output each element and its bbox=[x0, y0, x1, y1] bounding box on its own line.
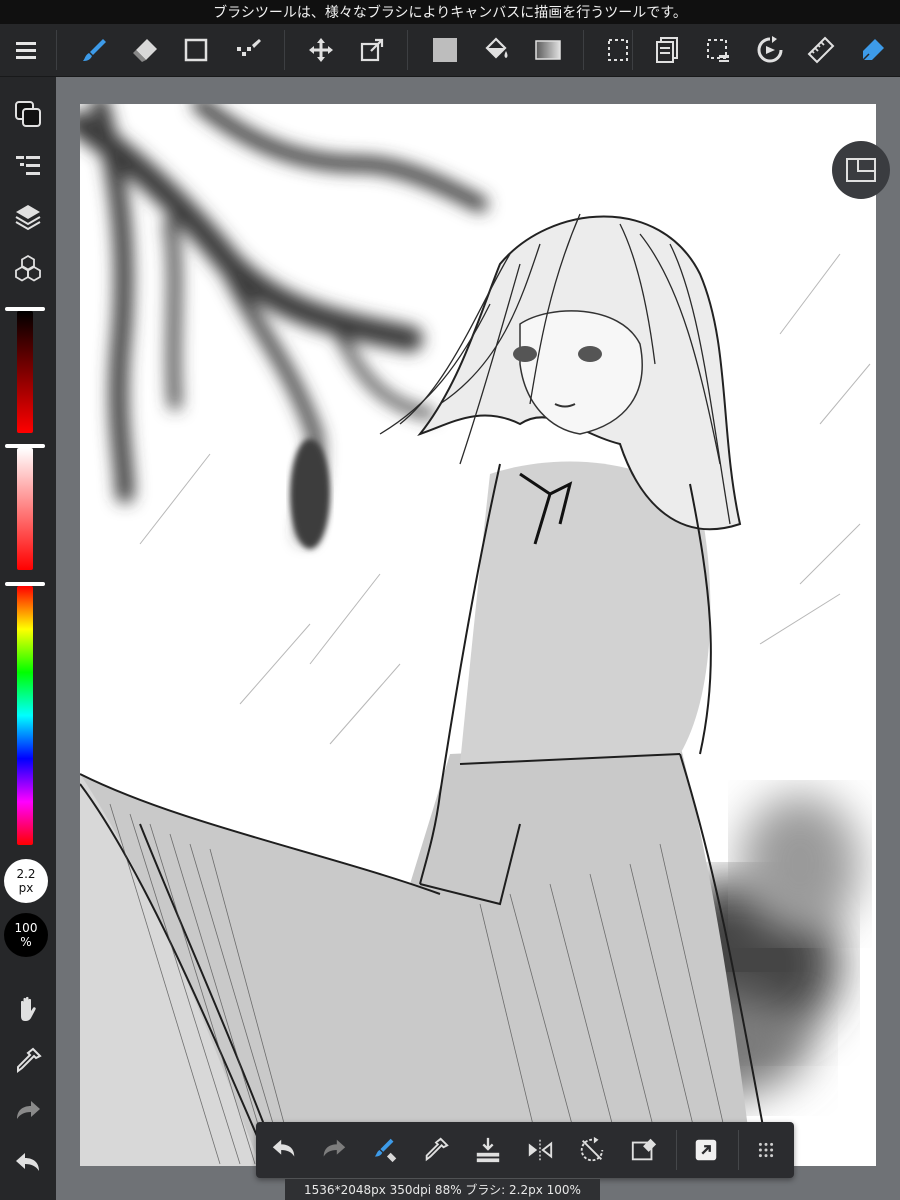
hue-slider[interactable] bbox=[17, 586, 33, 845]
status-text: 1536*2048px 350dpi 88% ブラシ: 2.2px 100% bbox=[304, 1183, 581, 1197]
gradation-icon bbox=[535, 40, 561, 60]
status-bar: 1536*2048px 350dpi 88% ブラシ: 2.2px 100% bbox=[285, 1179, 600, 1200]
move-icon bbox=[309, 38, 333, 62]
layers-icon bbox=[15, 205, 41, 231]
brush-tool-button[interactable] bbox=[74, 30, 114, 70]
undo-button[interactable] bbox=[8, 1144, 48, 1184]
more-icon bbox=[758, 1142, 774, 1158]
select-layer-button[interactable] bbox=[698, 30, 738, 70]
bucket-icon bbox=[485, 37, 508, 59]
brush-size-badge[interactable]: 2.2 px bbox=[4, 859, 48, 903]
redo-icon bbox=[323, 1139, 346, 1157]
fill-color-icon bbox=[433, 38, 457, 62]
shape-icon bbox=[184, 38, 208, 62]
more-button[interactable] bbox=[746, 1130, 786, 1170]
clear-layer-button[interactable] bbox=[624, 1130, 664, 1170]
materials-button[interactable] bbox=[8, 249, 48, 289]
eraser-icon bbox=[133, 39, 157, 62]
clear-layer-icon bbox=[631, 1138, 657, 1161]
redo-icon bbox=[17, 1101, 40, 1119]
layer-transfer-button[interactable] bbox=[468, 1130, 508, 1170]
menu-icon bbox=[16, 42, 36, 59]
undo-icon bbox=[272, 1139, 295, 1157]
hue-slider-handle[interactable] bbox=[5, 582, 45, 586]
brush-icon bbox=[83, 39, 106, 61]
copy-layer-button[interactable] bbox=[647, 30, 687, 70]
top-toolbar bbox=[0, 24, 900, 77]
rotate-reset-icon bbox=[580, 1136, 604, 1162]
select-icon bbox=[608, 39, 628, 61]
brush-list-icon bbox=[16, 156, 40, 175]
move-tool-button[interactable] bbox=[301, 30, 341, 70]
fit-canvas-button[interactable] bbox=[832, 141, 890, 199]
eyedropper-icon bbox=[17, 1047, 42, 1073]
transform-icon bbox=[360, 38, 384, 62]
bottom-redo-button[interactable] bbox=[314, 1130, 354, 1170]
brush-list-button[interactable] bbox=[8, 146, 48, 186]
transform-tool-button[interactable] bbox=[352, 30, 392, 70]
brush-eraser-toggle-icon bbox=[374, 1138, 397, 1163]
pen-tool-button[interactable] bbox=[853, 30, 893, 70]
layer-transfer-icon bbox=[476, 1137, 500, 1163]
layers-button[interactable] bbox=[8, 197, 48, 237]
color-swap-button[interactable] bbox=[8, 94, 48, 134]
select-layer-icon bbox=[707, 39, 729, 62]
saturation-slider-handle[interactable] bbox=[5, 444, 45, 448]
flip-button[interactable] bbox=[520, 1130, 560, 1170]
ruler-icon bbox=[807, 36, 835, 64]
brightness-slider[interactable] bbox=[17, 311, 33, 433]
export-button[interactable] bbox=[686, 1130, 726, 1170]
redo-button[interactable] bbox=[8, 1092, 48, 1132]
hand-icon bbox=[21, 996, 36, 1021]
dot-tool-button[interactable] bbox=[228, 30, 268, 70]
bottom-toolbar bbox=[256, 1122, 794, 1178]
pen-icon bbox=[862, 39, 884, 61]
flip-icon bbox=[528, 1139, 553, 1161]
materials-icon bbox=[15, 254, 41, 282]
artwork-image bbox=[80, 104, 876, 1166]
left-sidebar: 2.2 px 100 % bbox=[0, 77, 56, 1200]
rotate-canvas-button[interactable] bbox=[750, 30, 790, 70]
fit-screen-icon bbox=[846, 158, 876, 182]
dot-icon bbox=[237, 39, 261, 56]
undo-icon bbox=[16, 1153, 39, 1171]
copy-layer-icon bbox=[656, 37, 678, 63]
opacity-badge[interactable]: 100 % bbox=[4, 913, 48, 957]
brush-size-value: 2.2 bbox=[16, 867, 36, 881]
opacity-value: 100 bbox=[14, 921, 38, 935]
bottom-undo-button[interactable] bbox=[264, 1130, 304, 1170]
menu-button[interactable] bbox=[6, 30, 46, 70]
rotate-canvas-icon bbox=[757, 36, 783, 63]
opacity-unit: % bbox=[20, 935, 32, 949]
brush-eraser-toggle-button[interactable] bbox=[366, 1130, 406, 1170]
hint-text: ブラシツールは、様々なブラシによりキャンバスに描画を行うツールです。 bbox=[213, 5, 687, 21]
eyedropper-button[interactable] bbox=[8, 1041, 48, 1081]
ruler-tool-button[interactable] bbox=[801, 30, 841, 70]
drawing-canvas[interactable] bbox=[80, 104, 876, 1166]
export-icon bbox=[695, 1139, 717, 1161]
saturation-slider[interactable] bbox=[17, 448, 33, 570]
brush-size-unit: px bbox=[18, 881, 34, 895]
hint-bar: ブラシツールは、様々なブラシによりキャンバスに描画を行うツールです。 bbox=[0, 0, 900, 24]
hand-tool-button[interactable] bbox=[8, 989, 48, 1029]
bucket-tool-button[interactable] bbox=[476, 30, 516, 70]
rotate-reset-button[interactable] bbox=[572, 1130, 612, 1170]
fill-color-button[interactable] bbox=[425, 30, 465, 70]
eyedropper-icon bbox=[425, 1137, 449, 1162]
eraser-tool-button[interactable] bbox=[125, 30, 165, 70]
brightness-slider-handle[interactable] bbox=[5, 307, 45, 311]
gradation-tool-button[interactable] bbox=[528, 30, 568, 70]
color-icon bbox=[15, 101, 41, 127]
bottom-eyedropper-button[interactable] bbox=[416, 1130, 456, 1170]
shape-tool-button[interactable] bbox=[176, 30, 216, 70]
